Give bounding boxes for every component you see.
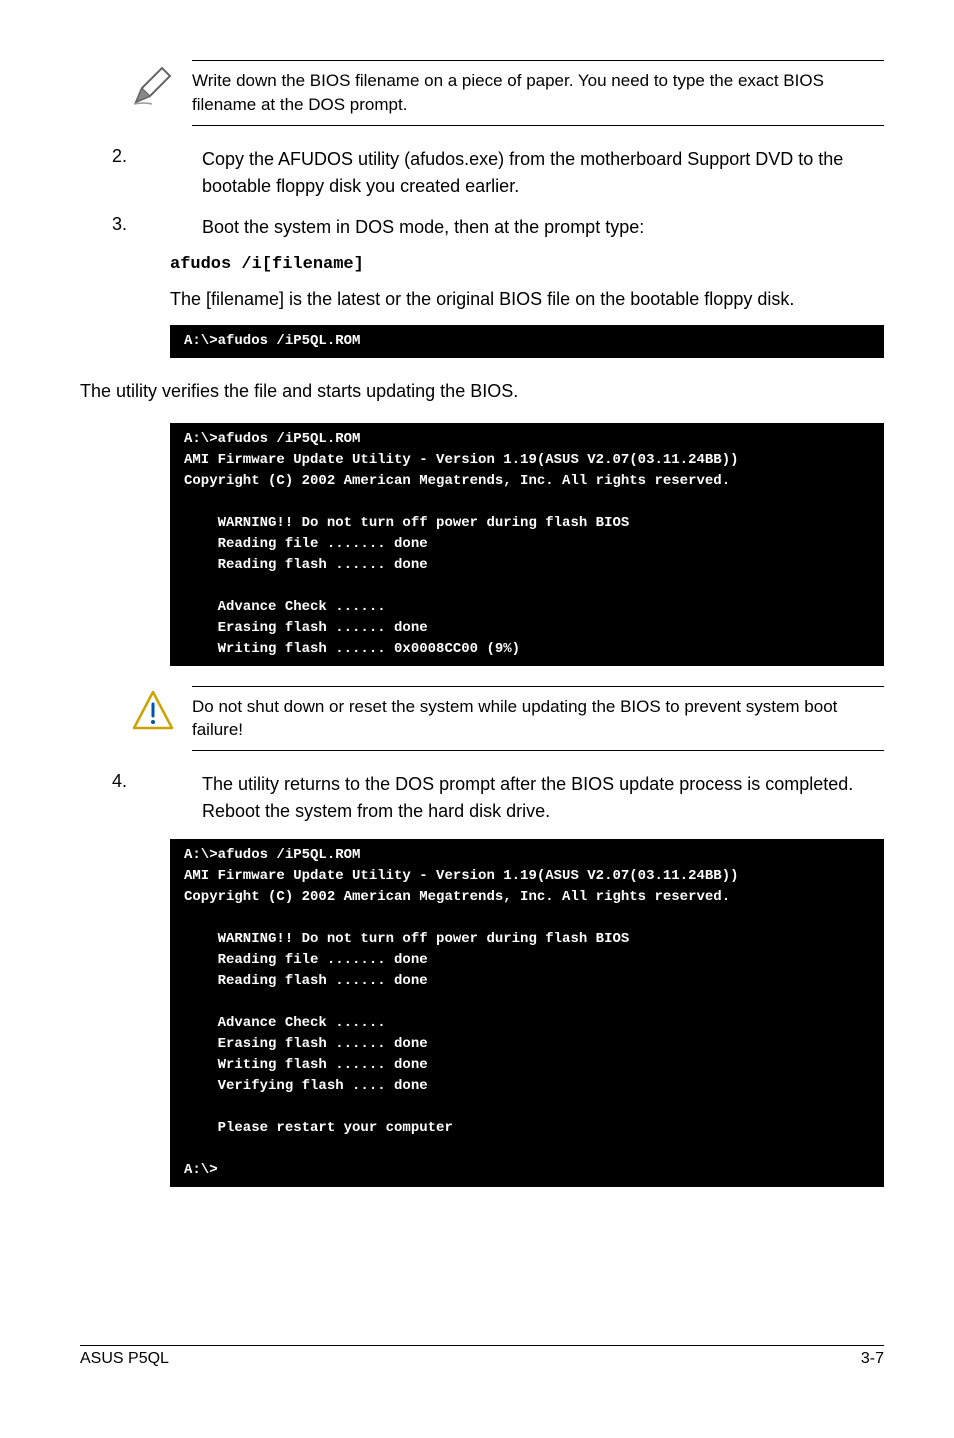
step-4: 4. The utility returns to the DOS prompt…	[80, 771, 884, 825]
page-footer: ASUS P5QL 3-7	[80, 1345, 884, 1368]
step-number: 2.	[80, 146, 202, 200]
note-text: Write down the BIOS filename on a piece …	[192, 60, 884, 126]
description-text: The [filename] is the latest or the orig…	[170, 286, 884, 313]
warning-icon	[130, 686, 176, 734]
footer-right: 3-7	[861, 1350, 884, 1368]
terminal-output-2: A:\>afudos /iP5QL.ROM AMI Firmware Updat…	[170, 423, 884, 666]
step-2: 2. Copy the AFUDOS utility (afudos.exe) …	[80, 146, 884, 200]
step-number: 4.	[80, 771, 202, 825]
step-3: 3. Boot the system in DOS mode, then at …	[80, 214, 884, 241]
command-text: afudos /i[filename]	[170, 255, 884, 274]
terminal-output-3: A:\>afudos /iP5QL.ROM AMI Firmware Updat…	[170, 839, 884, 1187]
step-text: Boot the system in DOS mode, then at the…	[202, 214, 884, 241]
terminal-output-1: A:\>afudos /iP5QL.ROM	[170, 325, 884, 358]
footer-left: ASUS P5QL	[80, 1350, 169, 1368]
note-warning: Do not shut down or reset the system whi…	[130, 686, 884, 752]
step-text: The utility returns to the DOS prompt af…	[202, 771, 884, 825]
warning-text: Do not shut down or reset the system whi…	[192, 686, 884, 752]
step-text: Copy the AFUDOS utility (afudos.exe) fro…	[202, 146, 884, 200]
verify-text: The utility verifies the file and starts…	[80, 378, 884, 405]
note-tip: Write down the BIOS filename on a piece …	[130, 60, 884, 126]
pencil-icon	[130, 60, 176, 108]
step-number: 3.	[80, 214, 202, 241]
